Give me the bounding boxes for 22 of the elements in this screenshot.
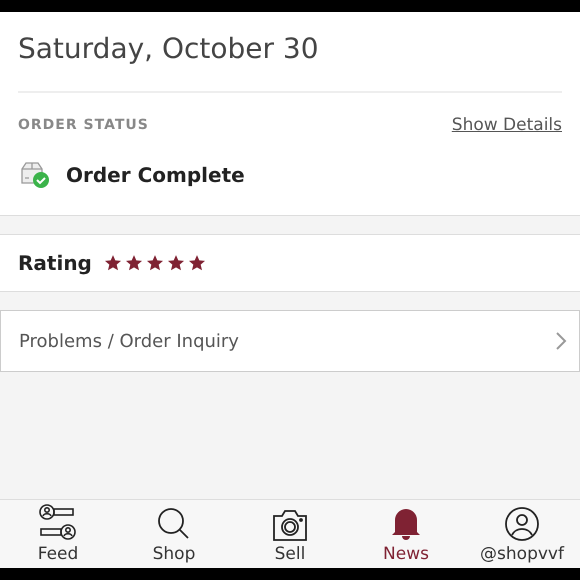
star-icon (166, 254, 185, 272)
tab-bar-item[interactable]: News (348, 500, 464, 568)
star-icon (188, 254, 206, 272)
order-status: Order Complete (66, 163, 245, 187)
order-inquiry-row[interactable]: Problems / Order Inquiry (0, 310, 580, 372)
tab-bar-item[interactable]: @shopvvf (464, 500, 580, 568)
star-icon (146, 254, 164, 272)
order-date: Saturday, October 30 (18, 12, 562, 93)
inquiry-label: Problems / Order Inquiry (19, 330, 239, 352)
show-details-link[interactable]: Show Details (452, 115, 562, 135)
tab-bar-item[interactable]: Feed (0, 500, 116, 568)
box-check-icon (20, 161, 50, 189)
tab-bar-item[interactable]: Sell (232, 500, 348, 568)
star-icon (104, 254, 122, 272)
camera-icon (272, 508, 308, 542)
star-icon (124, 254, 143, 272)
rating-label: Rating (18, 251, 92, 275)
tab-bar-item[interactable]: Shop (116, 500, 232, 568)
chevron-right-icon (555, 331, 567, 351)
section-label: ORDER STATUS (18, 117, 149, 133)
people-list-icon (38, 504, 78, 542)
profile-icon (504, 506, 540, 542)
